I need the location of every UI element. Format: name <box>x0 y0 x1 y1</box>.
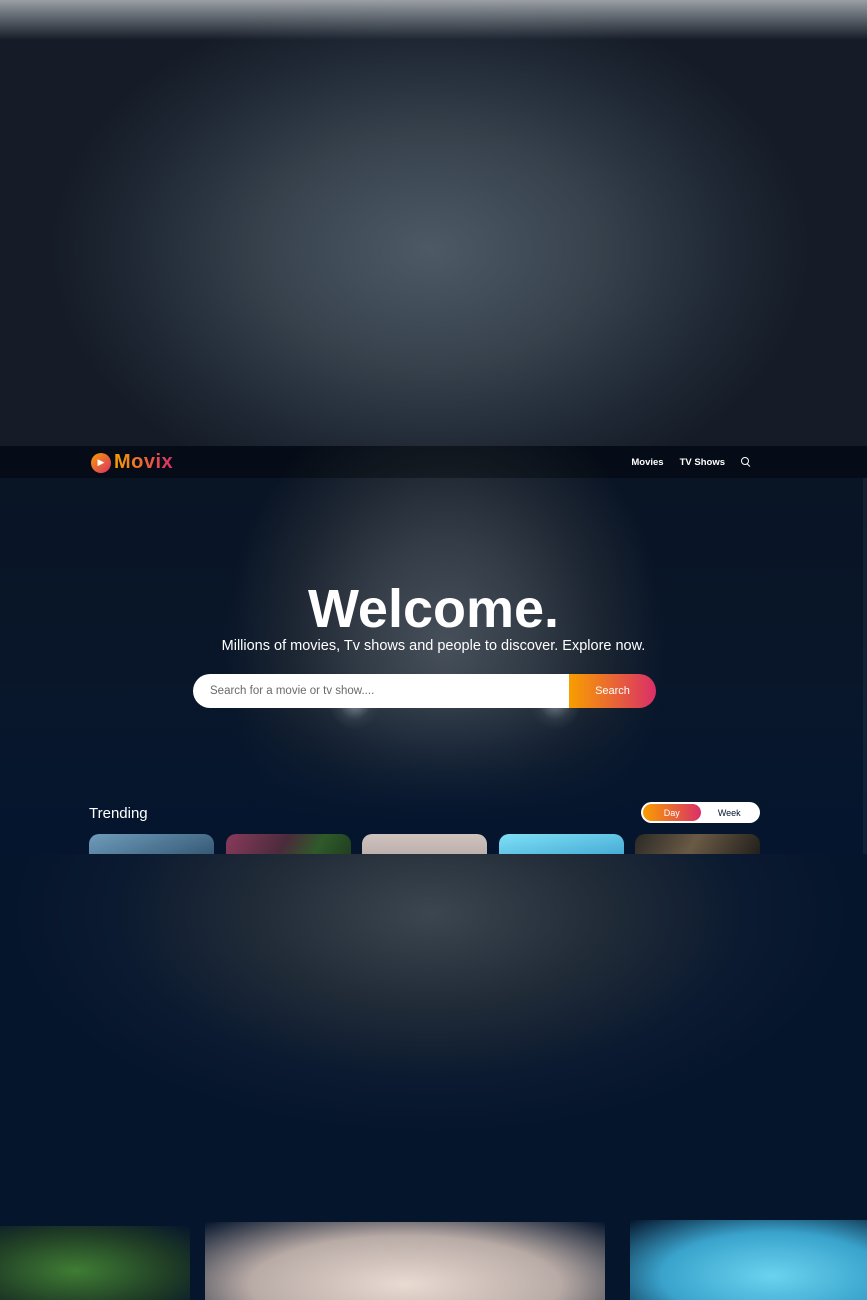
hero-subtitle: Millions of movies, Tv shows and people … <box>221 638 646 654</box>
blurred-backdrop-bottom <box>0 854 867 1300</box>
search-input[interactable] <box>193 674 569 708</box>
blurred-backdrop-top <box>0 0 867 446</box>
search-button[interactable]: Search <box>569 674 656 708</box>
hero-search-bar: Search <box>193 674 656 708</box>
movie-card[interactable] <box>89 834 214 854</box>
main-nav: Movies TV Shows <box>615 446 751 478</box>
movie-card[interactable] <box>225 834 351 854</box>
trending-title: Trending <box>89 805 148 822</box>
tab-week[interactable]: Week <box>701 804 759 821</box>
blurred-card-right <box>630 1220 867 1300</box>
nav-item-tv-shows[interactable]: TV Shows <box>680 457 725 468</box>
nav-item-movies[interactable]: Movies <box>631 457 663 468</box>
blurred-card-left <box>0 1226 190 1300</box>
site-header: ▶ Movix Movies TV Shows <box>0 446 867 478</box>
movie-card[interactable] <box>498 834 624 854</box>
logo[interactable]: ▶ Movix <box>91 451 173 474</box>
trending-carousel <box>89 834 772 854</box>
movie-card[interactable] <box>362 834 487 854</box>
scrollbar[interactable] <box>863 478 867 854</box>
hero-content: Welcome. Millions of movies, Tv shows an… <box>0 582 867 654</box>
hero-title: Welcome. <box>307 579 560 639</box>
blurred-card-center <box>205 1222 605 1300</box>
search-icon[interactable] <box>741 457 751 467</box>
trending-time-switch: Day Week <box>641 802 760 823</box>
tab-day[interactable]: Day <box>643 804 701 821</box>
logo-text: Movix <box>114 451 174 473</box>
logo-icon: ▶ <box>91 452 111 473</box>
app-viewport: ▶ Movix Movies TV Shows Welcome. Million… <box>0 446 867 854</box>
movie-card[interactable] <box>635 834 760 854</box>
